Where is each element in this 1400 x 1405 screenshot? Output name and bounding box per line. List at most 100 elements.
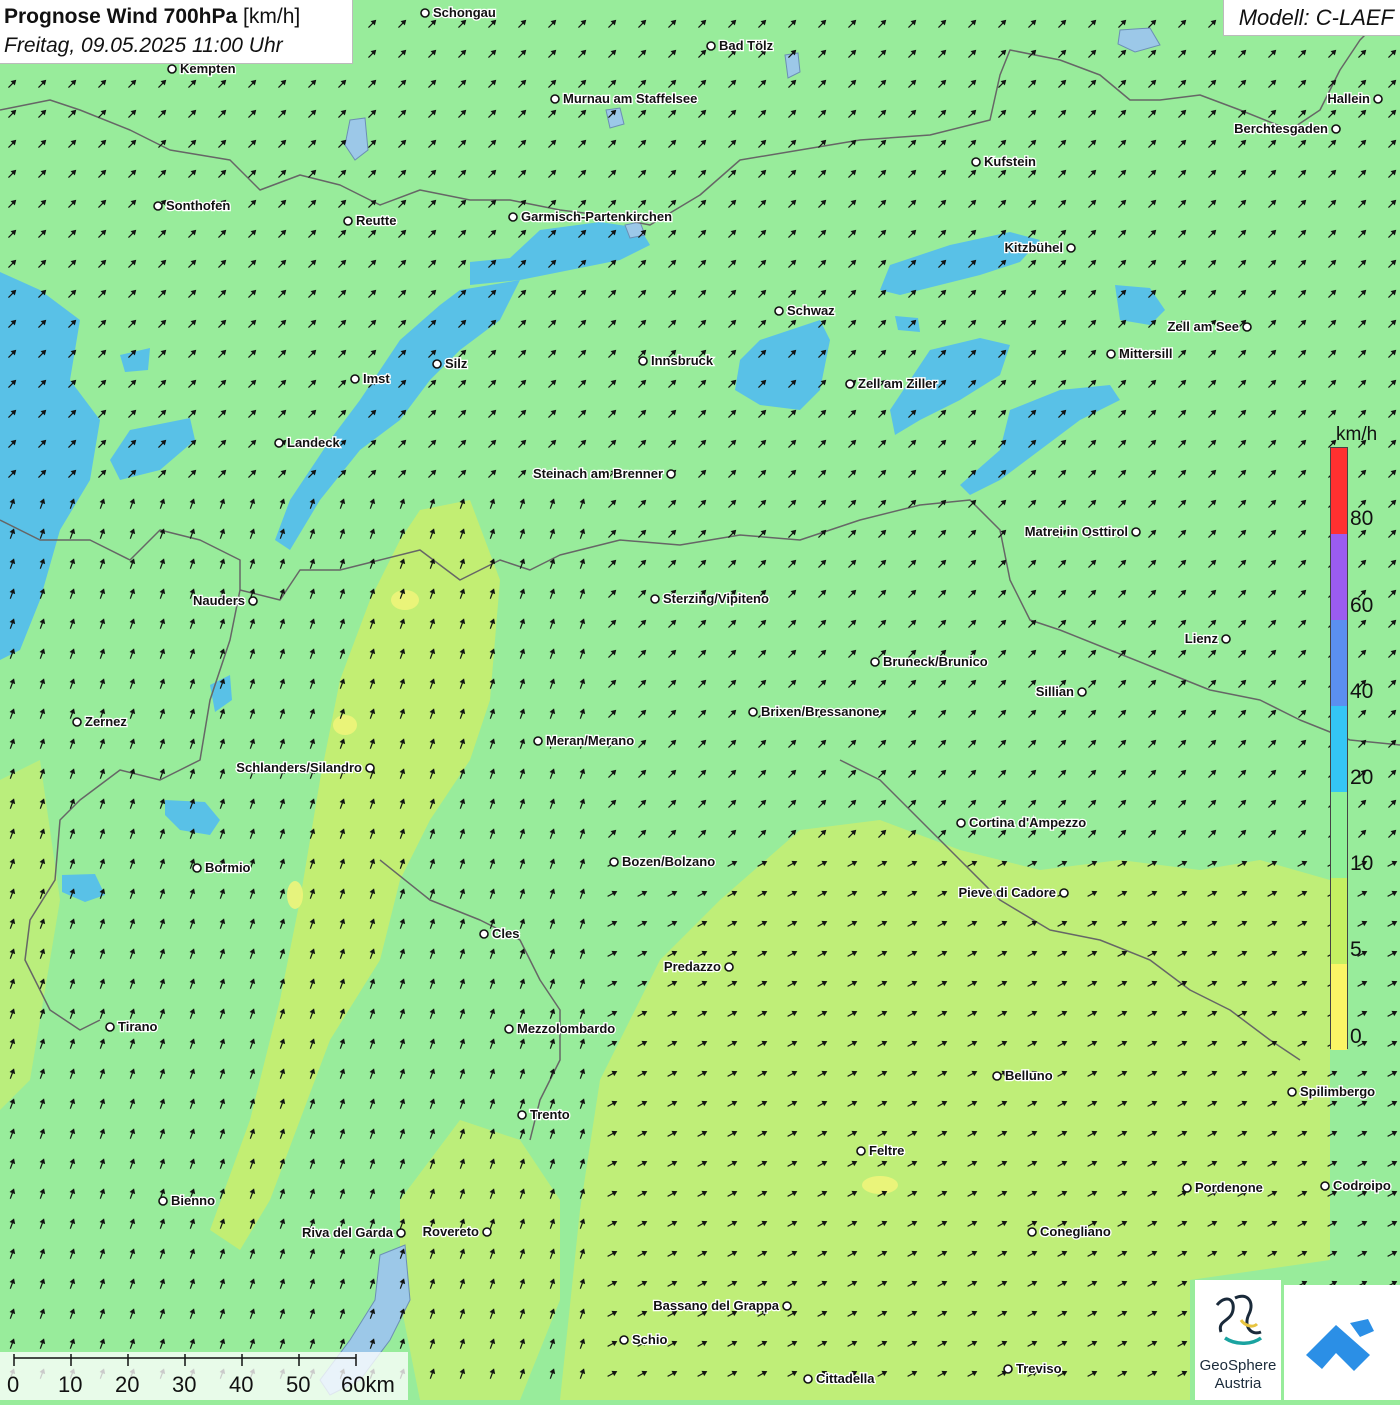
city-dot	[638, 356, 648, 366]
city-label: Trento	[530, 1107, 570, 1122]
city-label: Sillian	[1036, 684, 1074, 699]
city-dot	[774, 306, 784, 316]
city-dot	[350, 374, 360, 384]
model-box: Modell: C-LAEF	[1223, 0, 1400, 36]
city-label: Berchtesgaden	[1234, 121, 1328, 136]
city-label: Mittersill	[1119, 346, 1172, 361]
city-dot	[365, 763, 375, 773]
city-label: Bruneck/Brunico	[883, 654, 988, 669]
legend-tick-80: 80	[1350, 507, 1374, 530]
city-dot	[971, 157, 981, 167]
city-label: Sterzing/Vipiteno	[663, 591, 769, 606]
legend-tick-5: 5	[1350, 938, 1362, 961]
city-marker: Bozen/Bolzano	[609, 853, 717, 870]
yellow-spot-4	[287, 881, 303, 909]
city-label: Schlanders/Silandro	[236, 760, 362, 775]
city-marker: Matrei in Osttirol	[1023, 523, 1141, 540]
model-label: Modell: C-LAEF	[1238, 5, 1394, 30]
city-label: Innsbruck	[651, 353, 714, 368]
title-box: Prognose Wind 700hPa [km/h] Freitag, 09.…	[0, 0, 353, 64]
city-dot	[803, 1374, 813, 1384]
city-label: Pordenone	[1195, 1180, 1263, 1195]
city-marker: Steinach am Brenner	[532, 465, 676, 482]
city-dot	[192, 863, 202, 873]
city-label: Schongau	[433, 5, 496, 20]
city-label: Feltre	[869, 1143, 904, 1158]
city-dot	[504, 1024, 514, 1034]
scale-label-20: 20	[115, 1372, 140, 1397]
yellow-spot-2	[333, 715, 357, 735]
city-label: Landeck	[287, 435, 341, 450]
scale-label-60km: 60km	[341, 1372, 395, 1397]
city-dot	[432, 359, 442, 369]
title-main: Prognose Wind 700hPa	[4, 5, 238, 28]
yellow-spot-3	[862, 1176, 898, 1194]
city-dot	[274, 438, 284, 448]
city-dot	[1003, 1364, 1013, 1374]
city-label: Bormio	[205, 860, 251, 875]
city-label: Conegliano	[1040, 1224, 1111, 1239]
city-dot	[1373, 94, 1383, 104]
city-dot	[1331, 124, 1341, 134]
city-label: Treviso	[1016, 1361, 1062, 1376]
city-dot	[1182, 1183, 1192, 1193]
city-label: Kufstein	[984, 154, 1036, 169]
city-dot	[1221, 634, 1231, 644]
legend-unit: km/h	[1336, 424, 1378, 445]
city-dot	[1131, 527, 1141, 537]
city-dot	[706, 41, 716, 51]
scale-label-30: 30	[172, 1372, 197, 1397]
city-marker: Meran/Merano	[533, 732, 635, 749]
city-label: Schwaz	[787, 303, 835, 318]
city-dot	[420, 8, 430, 18]
city-dot	[845, 379, 855, 389]
city-dot	[72, 717, 82, 727]
legend-segment-10	[1331, 792, 1347, 878]
city-label: Predazzo	[664, 959, 721, 974]
scale-label-10: 10	[58, 1372, 83, 1397]
city-label: Bienno	[171, 1193, 215, 1208]
city-label: Brixen/Bressanone	[761, 704, 880, 719]
city-dot	[956, 818, 966, 828]
city-marker: Berchtesgaden	[1233, 120, 1341, 137]
city-label: Bad Tölz	[719, 38, 774, 53]
city-dot	[550, 94, 560, 104]
city-marker: Conegliano	[1027, 1223, 1112, 1240]
city-label: Codroipo	[1333, 1178, 1391, 1193]
city-label: Zernez	[85, 714, 127, 729]
city-marker: Bassano del Grappa	[652, 1297, 792, 1314]
geosphere-logo-subtext: Austria	[1214, 1375, 1262, 1392]
city-marker: Sterzing/Vipiteno	[650, 590, 770, 607]
city-label: Matrei in Osttirol	[1025, 524, 1128, 539]
city-label: Kitzbühel	[1005, 240, 1064, 255]
city-label: Belluno	[1005, 1068, 1053, 1083]
city-dot	[167, 64, 177, 74]
city-label: Tirano	[118, 1019, 158, 1034]
city-dot	[508, 212, 518, 222]
city-dot	[1106, 349, 1116, 359]
city-label: Steinach am Brenner	[533, 466, 663, 481]
city-marker: Murnau am Staffelsee	[550, 90, 699, 107]
map-title: Prognose Wind 700hPa [km/h]	[4, 5, 300, 29]
city-dot	[1066, 243, 1076, 253]
city-label: Nauders	[193, 593, 245, 608]
blue-area-small-5	[895, 316, 920, 332]
legend-tick-40: 40	[1350, 680, 1374, 703]
city-marker: Riva del Garda	[301, 1224, 406, 1241]
city-label: Hallein	[1327, 91, 1370, 106]
city-label: Riva del Garda	[302, 1225, 394, 1240]
city-marker: Bruneck/Brunico	[870, 653, 989, 670]
city-marker: Innsbruck	[638, 352, 715, 369]
city-label: Meran/Merano	[546, 733, 634, 748]
legend-tick-20: 20	[1350, 766, 1374, 789]
city-label: Schio	[632, 1332, 667, 1347]
geosphere-logo: GeoSphere Austria	[1195, 1280, 1281, 1400]
city-dot	[1027, 1227, 1037, 1237]
city-dot	[248, 596, 258, 606]
city-dot	[105, 1022, 115, 1032]
city-marker: Cortina d'Ampezzo	[956, 814, 1088, 831]
city-dot	[724, 962, 734, 972]
city-label: Cittadella	[816, 1371, 875, 1386]
legend-segment-80	[1331, 448, 1347, 534]
city-dot	[343, 216, 353, 226]
